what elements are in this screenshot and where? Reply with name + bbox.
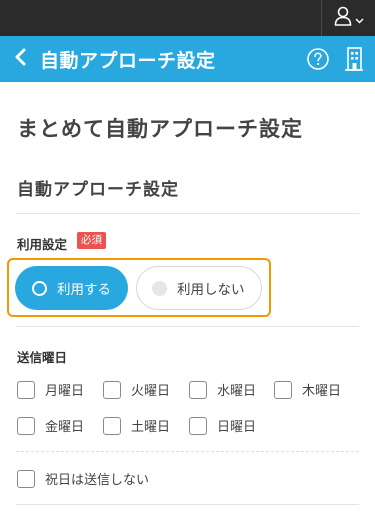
radio-use[interactable]: 利用する bbox=[15, 266, 128, 310]
checkbox-saturday[interactable]: 土曜日 bbox=[103, 416, 170, 435]
send-days-label: 送信曜日 bbox=[17, 350, 68, 365]
building-icon bbox=[343, 47, 365, 76]
checkbox-tuesday[interactable]: 火曜日 bbox=[103, 380, 170, 399]
checkbox-skip-holidays[interactable]: 祝日は送信しない bbox=[17, 469, 149, 488]
checkbox-box bbox=[103, 416, 121, 435]
checkbox-box bbox=[17, 416, 35, 435]
checkbox-wednesday[interactable]: 水曜日 bbox=[189, 380, 256, 399]
checkbox-label: 木曜日 bbox=[302, 384, 342, 399]
field-divider bbox=[16, 326, 359, 327]
checkbox-label: 日曜日 bbox=[217, 420, 257, 435]
checkbox-box bbox=[274, 380, 292, 399]
page-heading: まとめて自動アプローチ設定 bbox=[17, 117, 303, 141]
chevron-left-icon bbox=[14, 48, 26, 70]
bottom-divider bbox=[16, 504, 359, 505]
user-icon bbox=[334, 6, 352, 30]
checkbox-label: 月曜日 bbox=[45, 384, 85, 399]
radio-unselected-indicator bbox=[152, 280, 167, 296]
organization-button[interactable] bbox=[343, 46, 365, 72]
checkbox-box bbox=[17, 380, 35, 399]
checkbox-label: 火曜日 bbox=[131, 384, 171, 399]
checkbox-sunday[interactable]: 日曜日 bbox=[189, 416, 256, 435]
radio-not-use-label: 利用しない bbox=[177, 282, 245, 298]
radio-not-use[interactable]: 利用しない bbox=[136, 266, 262, 310]
required-badge: 必須 bbox=[77, 232, 106, 249]
help-button[interactable] bbox=[306, 47, 330, 71]
title-bar: 自動アプローチ設定 bbox=[0, 36, 375, 82]
page-title: 自動アプローチ設定 bbox=[40, 49, 216, 72]
checkbox-label: 祝日は送信しない bbox=[45, 473, 150, 488]
user-menu-button[interactable] bbox=[321, 0, 375, 36]
section-divider bbox=[16, 213, 359, 214]
usage-setting-label: 利用設定 bbox=[17, 237, 68, 252]
checkbox-monday[interactable]: 月曜日 bbox=[17, 380, 84, 399]
checkbox-label: 土曜日 bbox=[131, 420, 171, 435]
back-button[interactable] bbox=[0, 36, 40, 82]
checkbox-label: 金曜日 bbox=[45, 420, 85, 435]
radio-use-label: 利用する bbox=[57, 282, 111, 298]
checkbox-box bbox=[189, 416, 207, 435]
checkbox-friday[interactable]: 金曜日 bbox=[17, 416, 84, 435]
chevron-down-icon bbox=[354, 9, 364, 28]
checkbox-box bbox=[17, 469, 35, 488]
checkbox-box bbox=[103, 380, 121, 399]
checkbox-box bbox=[189, 380, 207, 399]
checkbox-thursday[interactable]: 木曜日 bbox=[274, 380, 341, 399]
section-heading: 自動アプローチ設定 bbox=[17, 180, 179, 200]
top-bar bbox=[0, 0, 375, 36]
radio-selected-indicator bbox=[32, 280, 47, 296]
question-circle-icon bbox=[306, 48, 330, 75]
dashed-divider bbox=[16, 451, 359, 452]
checkbox-label: 水曜日 bbox=[217, 384, 257, 399]
